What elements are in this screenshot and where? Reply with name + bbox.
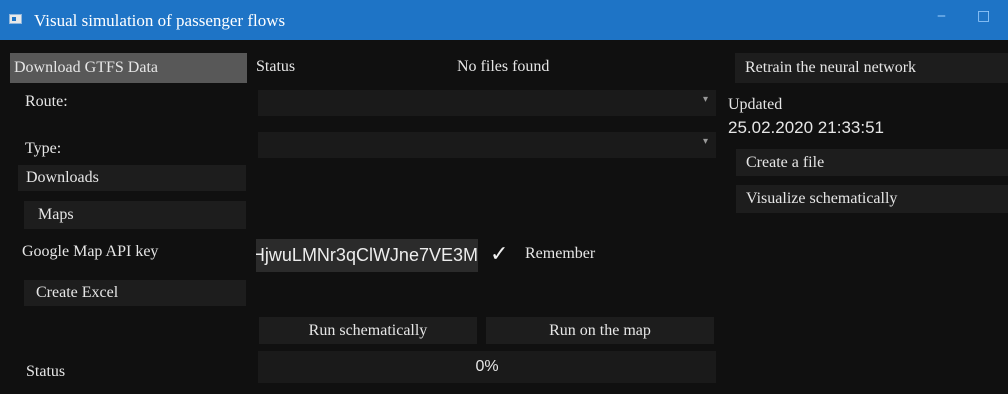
window-title: Visual simulation of passenger flows: [34, 11, 286, 30]
visualize-schematically-button[interactable]: Visualize schematically: [736, 185, 1008, 213]
run-schematically-button[interactable]: Run schematically: [259, 317, 477, 344]
route-label: Route:: [25, 93, 68, 110]
remember-checkbox[interactable]: ✓: [490, 241, 508, 267]
updated-label: Updated: [728, 96, 783, 113]
api-key-label: Google Map API key: [22, 243, 159, 260]
retrain-button[interactable]: Retrain the neural network: [735, 53, 1008, 83]
title-bar[interactable]: Visual simulation of passenger flows ‒ □: [0, 0, 1008, 40]
downloads-button[interactable]: Downloads: [18, 165, 246, 191]
maximize-icon[interactable]: □: [977, 8, 990, 24]
main-area: Download GTFS Data Route: Type: Download…: [0, 40, 1008, 394]
progress-bar: 0%: [258, 351, 716, 383]
status-label: Status: [256, 58, 296, 75]
type-label: Type:: [25, 140, 62, 157]
chevron-down-icon: ▾: [702, 94, 708, 105]
run-on-map-button[interactable]: Run on the map: [486, 317, 714, 344]
status-value: No files found: [457, 58, 550, 75]
create-excel-button[interactable]: Create Excel: [24, 280, 246, 306]
minimize-icon[interactable]: ‒: [937, 8, 946, 24]
download-gtfs-button[interactable]: Download GTFS Data: [10, 53, 247, 83]
progress-text: 0%: [475, 358, 499, 375]
chevron-down-icon: ▾: [702, 136, 708, 147]
route-select[interactable]: ▾: [258, 90, 716, 116]
type-select[interactable]: ▾: [258, 132, 716, 158]
remember-label[interactable]: Remember: [525, 245, 595, 263]
updated-value: 25.02.2020 21:33:51: [728, 118, 884, 137]
status-row-label: Status: [26, 363, 66, 380]
app-icon: [9, 14, 22, 24]
maps-button[interactable]: Maps: [24, 201, 246, 229]
api-key-input[interactable]: kJHjwuLMNr3qClWJne7VE3M: [256, 239, 478, 272]
create-file-button[interactable]: Create a file: [736, 149, 1008, 176]
